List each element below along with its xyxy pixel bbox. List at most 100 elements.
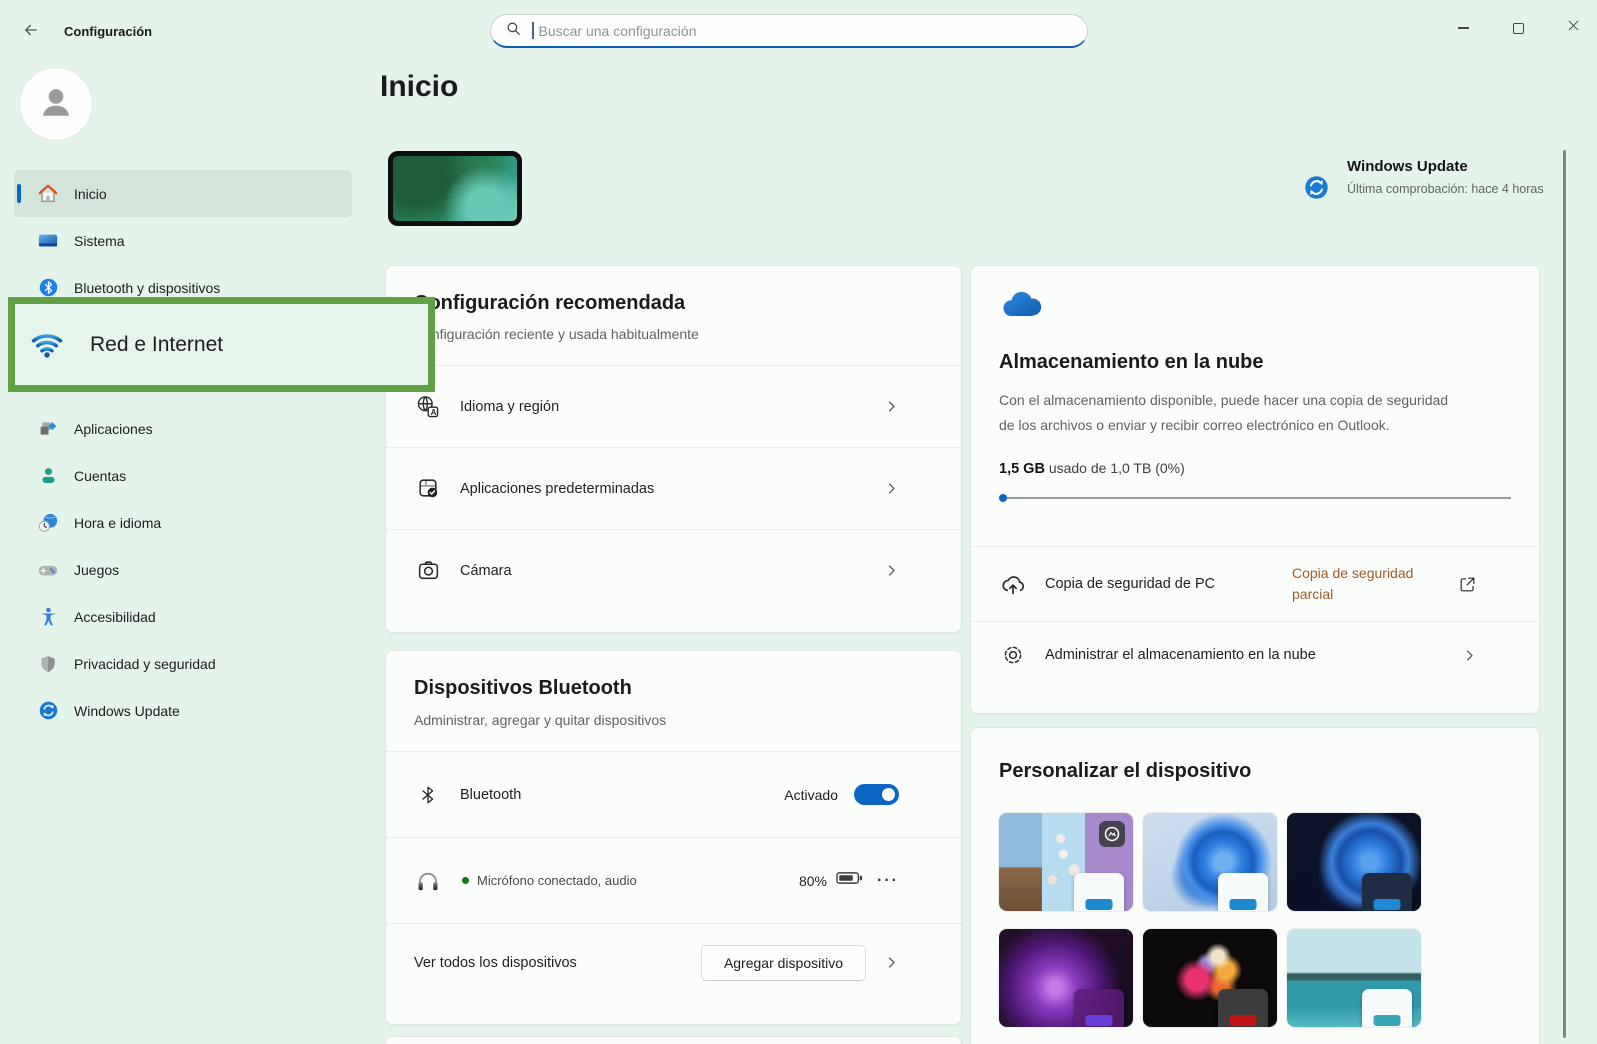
- minimize-icon: [1458, 27, 1469, 29]
- bluetooth-toggle[interactable]: [854, 784, 899, 805]
- sidebar-item-label: Inicio: [74, 186, 107, 202]
- chevron-right-icon: [884, 955, 899, 970]
- card-title: Configuración recomendada: [414, 292, 933, 315]
- toggle-knob: [882, 788, 895, 801]
- accessibility-icon: [36, 605, 60, 629]
- desktop-preview-mock: [1074, 873, 1124, 911]
- chevron-right-icon: [884, 481, 899, 496]
- desktop-preview-mock: [1218, 873, 1268, 911]
- sidebar-item-aplicaciones[interactable]: Aplicaciones: [14, 405, 352, 452]
- page-title: Inicio: [380, 70, 458, 104]
- chevron-right-icon: [1462, 648, 1477, 663]
- pc-backup-row[interactable]: Copia de seguridad de PC Copia de seguri…: [971, 547, 1539, 621]
- card-subtitle: Administrar, agregar y quitar dispositiv…: [414, 712, 933, 728]
- maximize-button[interactable]: [1503, 14, 1533, 42]
- theme-thumbnail-bloom-light[interactable]: [1143, 813, 1277, 911]
- desktop-preview-mock: [1362, 989, 1412, 1027]
- card-title: Dispositivos Bluetooth: [414, 677, 933, 700]
- user-avatar[interactable]: [20, 68, 92, 140]
- manage-cloud-storage-row[interactable]: Administrar el almacenamiento en la nube: [971, 622, 1539, 688]
- back-button[interactable]: [16, 18, 46, 46]
- sidebar-item-label: Accesibilidad: [74, 609, 156, 625]
- view-all-devices-row[interactable]: Ver todos los dispositivos Agregar dispo…: [386, 924, 961, 1001]
- theme-thumbnail-dark-floral[interactable]: [1143, 929, 1277, 1027]
- more-options-button[interactable]: ···: [877, 872, 899, 890]
- personalize-device-card: Personalizar el dispositivo: [970, 727, 1540, 1044]
- bluetooth-toggle-row[interactable]: Bluetooth Activado: [386, 752, 961, 837]
- sidebar-item-windows-update[interactable]: Windows Update: [14, 687, 352, 734]
- device-preview-image: [388, 151, 522, 226]
- windows-update-icon: [1303, 174, 1330, 206]
- close-button[interactable]: [1558, 14, 1588, 42]
- bluetooth-label: Bluetooth: [460, 787, 521, 803]
- app-title: Configuración: [64, 24, 152, 39]
- theme-thumbnail-spotlight[interactable]: [999, 813, 1133, 911]
- bluetooth-glyph-icon: [414, 784, 442, 806]
- bluetooth-icon: [36, 276, 60, 300]
- sidebar-item-label: Bluetooth y dispositivos: [74, 280, 220, 296]
- minimize-button[interactable]: [1448, 14, 1478, 42]
- card-title: Almacenamiento en la nube: [999, 351, 1511, 374]
- sidebar-item-hora-idioma[interactable]: Hora e idioma: [14, 499, 352, 546]
- sidebar-item-cuentas[interactable]: Cuentas: [14, 452, 352, 499]
- card-subtitle: Configuración reciente y usada habitualm…: [414, 326, 933, 342]
- camera-icon: [414, 558, 442, 583]
- gaming-icon: [36, 558, 60, 582]
- sidebar-item-privacidad[interactable]: Privacidad y seguridad: [14, 640, 352, 687]
- usage-value: 1,5 GB: [999, 461, 1045, 477]
- accounts-icon: [36, 464, 60, 488]
- theme-thumbnail-bloom-dark[interactable]: [1287, 813, 1421, 911]
- sidebar-item-sistema[interactable]: Sistema: [14, 217, 352, 264]
- default-apps-icon: [414, 476, 442, 501]
- sidebar-item-juegos[interactable]: Juegos: [14, 546, 352, 593]
- home-icon: [36, 182, 60, 206]
- spotlight-icon: [1099, 821, 1125, 852]
- sidebar-item-label: Privacidad y seguridad: [74, 656, 216, 672]
- view-all-devices-label: Ver todos los dispositivos: [414, 955, 577, 971]
- update-status-title: Windows Update: [1347, 158, 1553, 175]
- search-box[interactable]: [490, 14, 1088, 48]
- sidebar-item-label: Hora e idioma: [74, 515, 161, 531]
- windows-update-status[interactable]: Windows Update Última comprobación: hace…: [1303, 158, 1553, 199]
- setting-row-aplicaciones-predeterminadas[interactable]: Aplicaciones predeterminadas: [386, 448, 961, 529]
- battery-percent: 80%: [799, 873, 827, 889]
- person-icon: [34, 80, 78, 129]
- annotation-highlight-red-e-internet: Red e Internet: [8, 297, 435, 392]
- add-device-button[interactable]: Agregar dispositivo: [701, 945, 866, 981]
- desktop-preview-mock: [1074, 989, 1124, 1027]
- language-region-icon: A: [414, 394, 442, 420]
- storage-description: Con el almacenamiento disponible, puede …: [999, 388, 1461, 438]
- storage-usage: 1,5 GB usado de 1,0 TB (0%): [999, 460, 1511, 477]
- close-icon: [1567, 19, 1580, 37]
- headphones-icon: [414, 868, 442, 894]
- backup-status-link[interactable]: Copia de seguridad parcial: [1292, 563, 1444, 605]
- toggle-state-label: Activado: [784, 787, 838, 803]
- setting-row-camara[interactable]: Cámara: [386, 530, 961, 611]
- sidebar-item-accesibilidad[interactable]: Accesibilidad: [14, 593, 352, 640]
- sidebar-item-label: Windows Update: [74, 703, 180, 719]
- privacy-shield-icon: [36, 652, 60, 676]
- external-link-icon: [1458, 575, 1477, 594]
- setting-row-idioma-region[interactable]: A Idioma y región: [386, 366, 961, 447]
- connected-status-dot: [462, 877, 469, 884]
- device-row-headphones[interactable]: Micrófono conectado, audio 80% ···: [386, 838, 961, 923]
- device-status-text: Micrófono conectado, audio: [477, 873, 637, 888]
- next-card-partial: [385, 1036, 962, 1044]
- back-arrow-icon: [22, 21, 40, 44]
- recommended-settings-card: Configuración recomendada Configuración …: [385, 265, 962, 633]
- windows-update-icon: [36, 699, 60, 723]
- chevron-right-icon: [884, 399, 899, 414]
- pc-backup-label: Copia de seguridad de PC: [1045, 576, 1215, 592]
- bluetooth-devices-card: Dispositivos Bluetooth Administrar, agre…: [385, 650, 962, 1025]
- sidebar-nav: Inicio Sistema Bluetooth y dispositivos …: [14, 170, 352, 734]
- desktop-preview-mock: [1362, 873, 1412, 911]
- theme-thumbnail-purple-glow[interactable]: [999, 929, 1133, 1027]
- search-icon: [505, 20, 532, 42]
- vertical-scrollbar[interactable]: [1563, 150, 1566, 1038]
- system-icon: [36, 229, 60, 253]
- search-input[interactable]: [537, 22, 1074, 40]
- theme-thumbnail-teal-landscape[interactable]: [1287, 929, 1421, 1027]
- sidebar-item-inicio[interactable]: Inicio: [14, 170, 352, 217]
- setting-row-label: Idioma y región: [460, 399, 559, 415]
- progress-fill: [999, 494, 1007, 502]
